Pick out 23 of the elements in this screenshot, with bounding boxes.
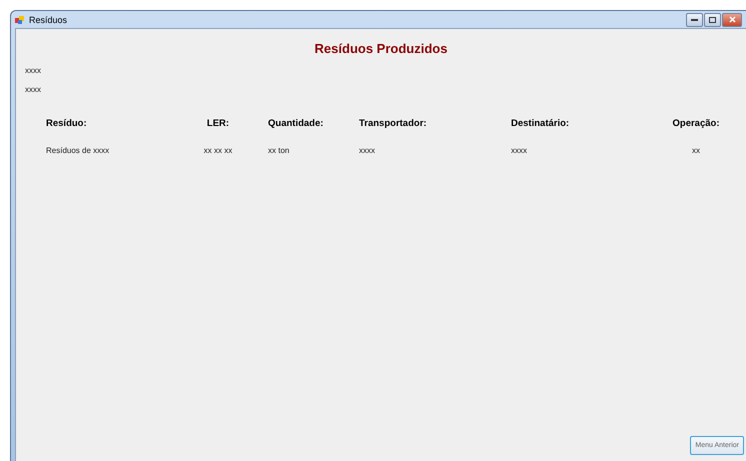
- close-icon: [728, 16, 736, 23]
- app-icon: [15, 14, 25, 24]
- table-cell-text: xx: [691, 146, 701, 155]
- table-cell-text: xxxx: [511, 146, 528, 155]
- info-text: xxxx: [25, 85, 42, 94]
- minimize-icon: [691, 18, 698, 21]
- column-header: Quantidade:: [268, 118, 324, 129]
- table-cell-text: xxxx: [359, 146, 376, 155]
- column-header: Resíduo:: [46, 118, 88, 129]
- minimize-button[interactable]: [686, 12, 703, 26]
- column-header: Destinatário:: [511, 118, 570, 129]
- column-header: Operação:: [672, 118, 720, 129]
- close-button[interactable]: [722, 12, 742, 26]
- window-title: Resíduos: [29, 14, 68, 24]
- table-cell-text: xx xx xx: [202, 146, 234, 155]
- column-header: Transportador:: [359, 118, 428, 129]
- column-header: LER:: [206, 118, 230, 129]
- table-cell-text: Resíduos de xxxx: [46, 146, 110, 155]
- table-cell-text: xx ton: [268, 146, 290, 155]
- info-text: xxxx: [25, 66, 42, 75]
- maximize-button[interactable]: [704, 12, 721, 26]
- maximize-icon: [709, 16, 716, 22]
- page-heading: Resíduos Produzidos: [314, 41, 448, 56]
